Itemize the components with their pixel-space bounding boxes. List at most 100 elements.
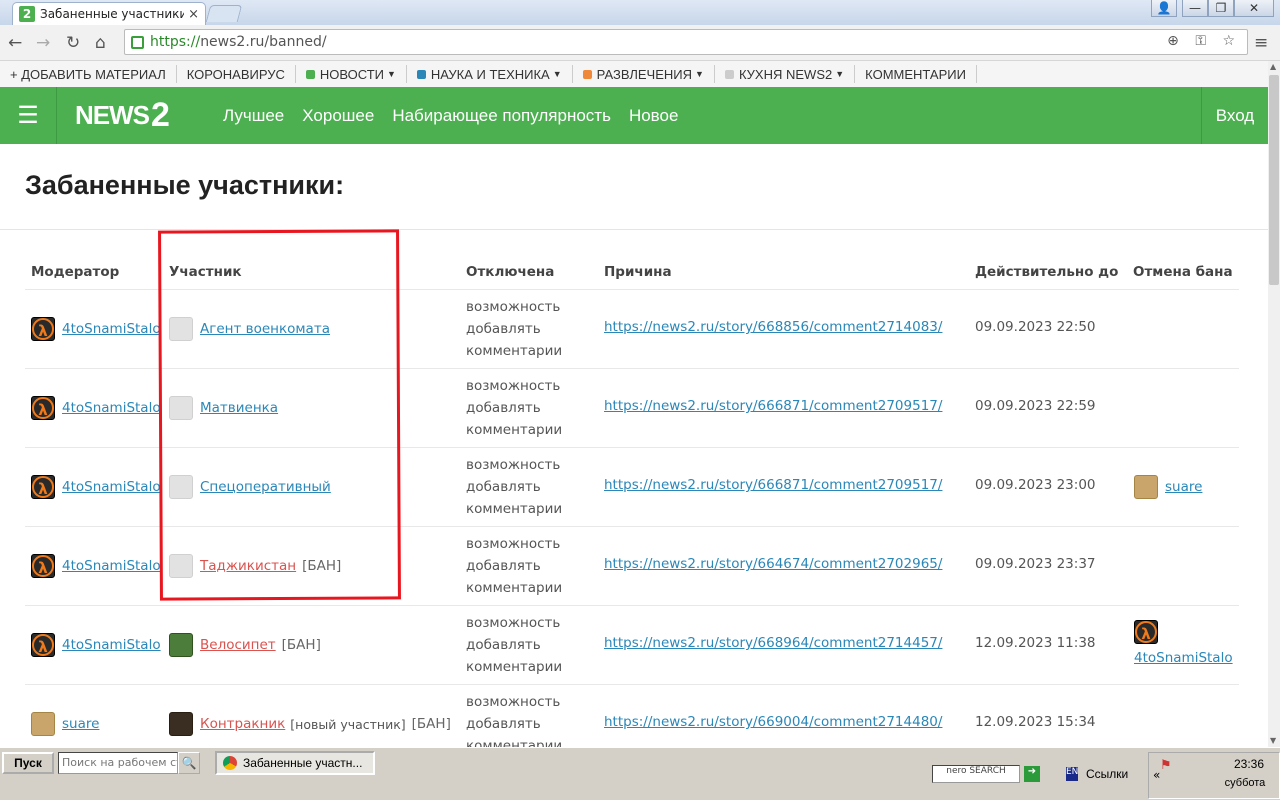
- moderator-cell: 4toSnamiStalo: [31, 633, 161, 657]
- permission-line: добавлять: [466, 716, 541, 732]
- language-indicator[interactable]: EN: [1066, 767, 1078, 781]
- browser-titlebar: 2 Забаненные участники / news2 × 👤 — ❐ ✕: [0, 0, 1280, 25]
- nav-new[interactable]: Новое: [629, 106, 678, 126]
- site-menu-label: КОММЕНТАРИИ: [865, 66, 966, 82]
- links-toolbar[interactable]: Ссылки: [1086, 767, 1128, 781]
- moderator-link[interactable]: 4toSnamiStalo: [62, 321, 161, 337]
- reason-link[interactable]: https://news2.ru/story/666871/comment270…: [604, 477, 942, 493]
- moderator-cell: 4toSnamiStalo: [31, 475, 161, 499]
- valid-until: 12.09.2023 11:38: [975, 635, 1096, 651]
- permission-line: добавлять: [466, 321, 541, 337]
- page-scrollbar[interactable]: ▲ ▼: [1268, 61, 1280, 747]
- permission-line: возможность: [466, 299, 561, 315]
- avatar-icon[interactable]: [1134, 620, 1158, 644]
- reason-link[interactable]: https://news2.ru/story/669004/comment271…: [604, 714, 942, 730]
- nav-best[interactable]: Лучшее: [223, 106, 284, 126]
- reload-icon[interactable]: ↻: [66, 33, 80, 53]
- category-dot-icon: [582, 69, 592, 79]
- disabled-cell: возможность добавлять комментарии: [466, 612, 562, 678]
- profile-icon[interactable]: 👤: [1151, 0, 1177, 17]
- nero-go-icon[interactable]: ➜: [1024, 766, 1040, 782]
- user-link[interactable]: Контракник: [200, 716, 285, 732]
- permission-line: возможность: [466, 615, 561, 631]
- network-icon[interactable]: ⚑: [1160, 758, 1172, 773]
- valid-until: 09.09.2023 23:00: [975, 477, 1096, 493]
- header-reason: Причина: [604, 264, 672, 280]
- scroll-down-arrow-icon[interactable]: ▼: [1270, 736, 1276, 745]
- new-tab-button[interactable]: [205, 5, 243, 22]
- site-menu-item[interactable]: КОРОНАВИРУС: [177, 65, 296, 83]
- close-window-button[interactable]: ✕: [1234, 0, 1274, 17]
- home-icon[interactable]: ⌂: [95, 33, 106, 53]
- start-button[interactable]: Пуск: [2, 752, 54, 774]
- caret-down-icon: ▼: [835, 69, 845, 79]
- avatar-icon[interactable]: [1134, 475, 1158, 499]
- hamburger-menu-icon[interactable]: ☰: [0, 87, 57, 144]
- moderator-link[interactable]: 4toSnamiStalo: [62, 637, 161, 653]
- user-cell: Велосипет [БАН]: [169, 633, 321, 657]
- avatar-icon[interactable]: [169, 712, 193, 736]
- permission-line: комментарии: [466, 580, 563, 596]
- bookmark-star-icon[interactable]: ⊕ ⚿ ☆: [1167, 33, 1241, 49]
- back-arrow-icon[interactable]: ←: [8, 33, 22, 53]
- moderator-link[interactable]: 4toSnamiStalo: [62, 479, 161, 495]
- nav-trending[interactable]: Набирающее популярность: [392, 106, 611, 126]
- browser-toolbar: ← → ↻ ⌂ https://news2.ru/banned/ ⊕ ⚿ ☆ ≡: [0, 25, 1280, 61]
- ban-badge: [БАН]: [281, 637, 321, 653]
- reason-link[interactable]: https://news2.ru/story/666871/comment270…: [604, 398, 942, 414]
- site-menu-item[interactable]: + ДОБАВИТЬ МАТЕРИАЛ: [0, 65, 177, 83]
- reason-link[interactable]: https://news2.ru/story/668856/comment271…: [604, 319, 942, 335]
- avatar-icon[interactable]: [31, 554, 55, 578]
- avatar-icon[interactable]: [31, 712, 55, 736]
- user-link[interactable]: Велосипет: [200, 637, 276, 653]
- site-menu-item[interactable]: КОММЕНТАРИИ: [855, 65, 977, 83]
- reason-link[interactable]: https://news2.ru/story/664674/comment270…: [604, 556, 942, 572]
- reason-link[interactable]: https://news2.ru/story/668964/comment271…: [604, 635, 942, 651]
- forward-arrow-icon[interactable]: →: [36, 33, 50, 53]
- category-dot-icon: [724, 69, 734, 79]
- moderator-link[interactable]: 4toSnamiStalo: [62, 400, 161, 416]
- newbie-badge: [новый участник]: [290, 716, 406, 732]
- table-row: 4toSnamiStalo Велосипет [БАН] возможность до…: [25, 605, 1239, 684]
- url-path: news2.ru/banned/: [200, 34, 327, 50]
- avatar-icon[interactable]: [31, 475, 55, 499]
- avatar-icon[interactable]: [31, 317, 55, 341]
- avatar-icon[interactable]: [31, 396, 55, 420]
- avatar-icon[interactable]: [31, 633, 55, 657]
- address-bar[interactable]: https://news2.ru/banned/ ⊕ ⚿ ☆: [124, 29, 1248, 55]
- browser-tab-active[interactable]: 2 Забаненные участники / news2 ×: [12, 2, 206, 25]
- permission-line: добавлять: [466, 637, 541, 653]
- clock-time: 23:36: [1233, 757, 1265, 771]
- site-menu-label: РАЗВЛЕЧЕНИЯ: [596, 66, 693, 82]
- unban-link[interactable]: suare: [1165, 479, 1202, 495]
- scrollbar-thumb[interactable]: [1269, 75, 1279, 285]
- unban-link[interactable]: 4toSnamiStalo: [1134, 650, 1233, 666]
- maximize-button[interactable]: ❐: [1208, 0, 1234, 17]
- tab-close-icon[interactable]: ×: [188, 7, 199, 22]
- login-button[interactable]: Вход: [1201, 87, 1268, 144]
- browser-menu-icon[interactable]: ≡: [1254, 33, 1268, 53]
- avatar-icon[interactable]: [169, 633, 193, 657]
- site-menu-item[interactable]: НАУКА И ТЕХНИКА ▼: [407, 65, 573, 83]
- moderator-link[interactable]: 4toSnamiStalo: [62, 558, 161, 574]
- category-dot-icon: [416, 69, 426, 79]
- url-scheme: https://: [150, 34, 201, 50]
- desktop-search-input[interactable]: Поиск на рабочем сто: [58, 752, 178, 774]
- nero-search-box[interactable]: nero SEARCH: [932, 765, 1020, 783]
- highlight-annotation: [158, 229, 401, 601]
- site-menu-label: КОРОНАВИРУС: [186, 66, 285, 82]
- site-menu-item[interactable]: НОВОСТИ ▼: [296, 65, 407, 83]
- nav-good[interactable]: Хорошее: [302, 106, 374, 126]
- site-logo[interactable]: NEWS 2: [75, 96, 205, 135]
- valid-until: 12.09.2023 15:34: [975, 714, 1096, 730]
- minimize-button[interactable]: —: [1182, 0, 1208, 17]
- permission-line: возможность: [466, 457, 561, 473]
- site-menu-item[interactable]: РАЗВЛЕЧЕНИЯ ▼: [573, 65, 715, 83]
- moderator-link[interactable]: suare: [62, 716, 99, 732]
- permission-line: добавлять: [466, 479, 541, 495]
- logo-text: NEWS: [75, 100, 150, 130]
- site-menu-item[interactable]: КУХНЯ NEWS2 ▼: [715, 65, 856, 83]
- taskbar-chrome-window[interactable]: Забаненные участн...: [215, 751, 375, 775]
- scroll-up-arrow-icon[interactable]: ▲: [1270, 62, 1276, 71]
- search-icon[interactable]: 🔍: [178, 752, 200, 774]
